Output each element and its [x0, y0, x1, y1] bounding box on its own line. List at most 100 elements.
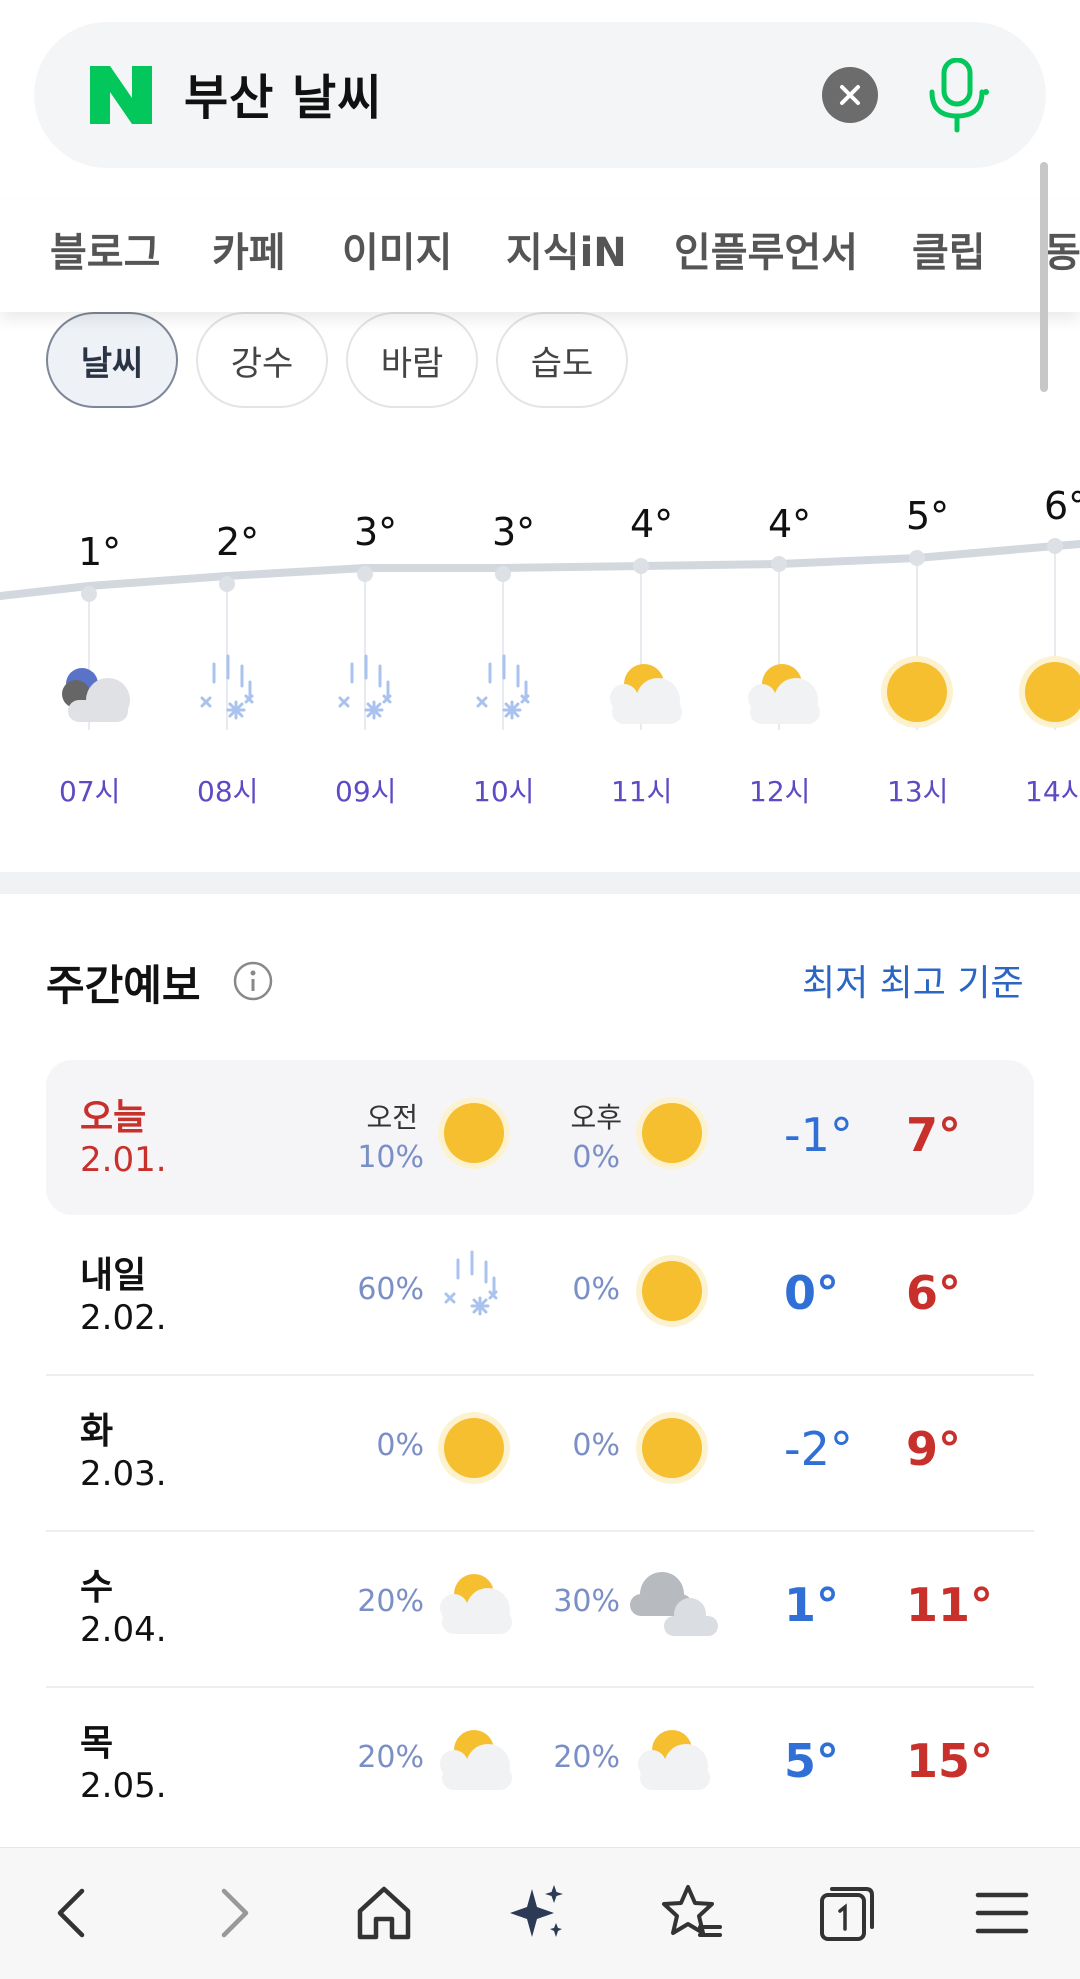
- row-divider: [46, 1530, 1034, 1532]
- hour-point: [633, 558, 649, 574]
- tab-clip[interactable]: 클립: [912, 220, 986, 278]
- day-name: 화: [80, 1411, 114, 1452]
- hour-label: 12시: [749, 775, 811, 808]
- hour-label: 13시: [887, 775, 949, 808]
- chip-weather[interactable]: 날씨: [46, 312, 178, 408]
- hour-point: [909, 550, 925, 566]
- tabs-icon[interactable]: [816, 1881, 880, 1945]
- day-date: 2.01.: [80, 1140, 167, 1180]
- row-divider: [46, 1374, 1034, 1376]
- hour-temp: 3°: [354, 510, 398, 554]
- pm-precip: 0%: [572, 1140, 620, 1175]
- today-row-highlight[interactable]: [46, 1060, 1034, 1215]
- row-divider: [46, 1686, 1034, 1688]
- hour-label: 11시: [611, 775, 673, 808]
- day-date: 2.02.: [80, 1298, 167, 1338]
- hour-label: 07시: [59, 775, 121, 808]
- low-temp: 1°: [784, 1578, 840, 1632]
- pm-precip: 0%: [572, 1272, 620, 1307]
- pm-precip: 30%: [553, 1584, 620, 1619]
- day-name: 목: [80, 1723, 114, 1764]
- tab-blog[interactable]: 블로그: [50, 220, 160, 278]
- high-temp: 15°: [906, 1734, 994, 1788]
- partly-cloudy-icon: [440, 1574, 512, 1634]
- am-precip: 60%: [357, 1272, 424, 1307]
- tab-cafe[interactable]: 카페: [212, 220, 286, 278]
- sun-icon: [636, 1097, 708, 1169]
- hour-point: [357, 566, 373, 582]
- tab-knowledge-in[interactable]: 지식iN: [506, 220, 627, 278]
- sun-icon: [636, 1412, 708, 1484]
- sun-icon: [438, 1097, 510, 1169]
- hour-label: 14시: [1025, 775, 1080, 808]
- menu-icon[interactable]: [970, 1881, 1034, 1945]
- info-icon[interactable]: [232, 960, 274, 1002]
- partly-cloudy-icon: [638, 1730, 710, 1790]
- tab-image[interactable]: 이미지: [342, 220, 452, 278]
- hour-point: [219, 576, 235, 592]
- am-precip: 0%: [376, 1428, 424, 1463]
- hour-temp: 1°: [78, 530, 122, 574]
- hour-label: 08시: [197, 775, 259, 808]
- am-precip: 20%: [357, 1584, 424, 1619]
- am-precip: 20%: [357, 1740, 424, 1775]
- day-date: 2.03.: [80, 1454, 167, 1494]
- min-max-basis-link[interactable]: 최저 최고 기준: [802, 954, 1024, 1006]
- sun-icon: [636, 1255, 708, 1327]
- sun-icon: [1019, 656, 1080, 728]
- snow-icon: [338, 654, 392, 720]
- naver-logo-icon[interactable]: [90, 66, 152, 124]
- partly-cloudy-icon: [610, 664, 682, 724]
- high-temp: 6°: [906, 1266, 962, 1320]
- clear-search-button[interactable]: [822, 67, 878, 123]
- close-icon: [840, 85, 860, 105]
- hour-temp: 6°: [1044, 484, 1080, 528]
- tab-influencer[interactable]: 인플루언서: [674, 220, 858, 278]
- tab-video[interactable]: 동: [1044, 220, 1080, 278]
- day-date: 2.05.: [80, 1766, 167, 1806]
- snow-icon: [200, 654, 254, 720]
- chip-precipitation[interactable]: 강수: [196, 312, 328, 408]
- chip-wind[interactable]: 바람: [346, 312, 478, 408]
- scrollbar[interactable]: [1040, 162, 1048, 392]
- sun-icon: [881, 656, 953, 728]
- day-name: 수: [80, 1567, 114, 1608]
- hour-point: [771, 556, 787, 572]
- search-query[interactable]: 부산 날씨: [184, 58, 382, 128]
- low-temp: 5°: [784, 1734, 840, 1788]
- snow-icon: [476, 654, 530, 720]
- high-temp: 7°: [906, 1108, 962, 1162]
- sun-icon: [438, 1412, 510, 1484]
- day-name: 오늘: [80, 1097, 147, 1138]
- high-temp: 11°: [906, 1578, 994, 1632]
- bookmark-star-icon[interactable]: [660, 1881, 724, 1945]
- hour-temp: 5°: [906, 494, 950, 538]
- partly-cloudy-night-icon: [62, 668, 130, 722]
- partly-cloudy-icon: [440, 1730, 512, 1790]
- am-precip: 10%: [357, 1140, 424, 1175]
- forward-icon[interactable]: [200, 1881, 264, 1945]
- hour-temp: 2°: [216, 520, 260, 564]
- high-temp: 9°: [906, 1422, 962, 1476]
- pm-precip: 20%: [553, 1740, 620, 1775]
- sparkle-icon[interactable]: [506, 1881, 570, 1945]
- day-date: 2.04.: [80, 1610, 167, 1650]
- weather-page: 부산 날씨 블로그 카페 이미지 지식iN 인플루언서 클립 동 날씨 강수 바…: [0, 0, 1080, 1979]
- low-temp: -1°: [784, 1108, 853, 1162]
- low-temp: 0°: [784, 1266, 840, 1320]
- day-name: 내일: [80, 1255, 147, 1296]
- back-icon[interactable]: [42, 1881, 106, 1945]
- hour-label: 09시: [335, 775, 397, 808]
- low-temp: -2°: [784, 1422, 853, 1476]
- partly-cloudy-icon: [748, 664, 820, 724]
- home-icon[interactable]: [352, 1881, 416, 1945]
- hour-label: 10시: [473, 775, 535, 808]
- hour-temp: 4°: [768, 502, 812, 546]
- chip-humidity[interactable]: 습도: [496, 312, 628, 408]
- hour-point: [495, 566, 511, 582]
- pm-precip: 0%: [572, 1428, 620, 1463]
- hour-point: [81, 586, 97, 602]
- am-label: 오전: [366, 1101, 418, 1134]
- hour-point: [1047, 538, 1063, 554]
- microphone-icon[interactable]: [924, 58, 990, 134]
